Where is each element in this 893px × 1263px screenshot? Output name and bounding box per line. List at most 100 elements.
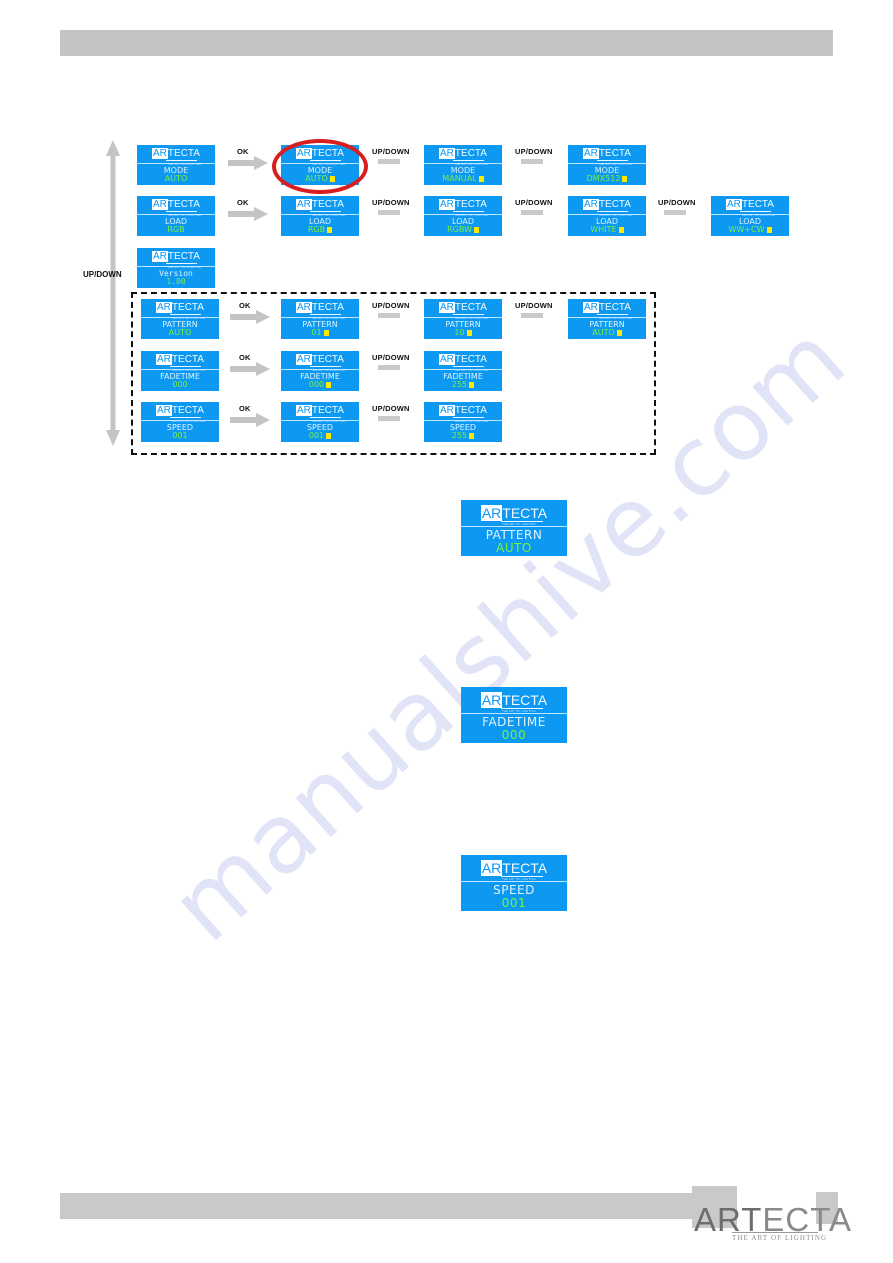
lcd-cursor-block <box>622 175 628 182</box>
lcd-logo-rule <box>166 160 198 162</box>
lcd-value-text: DMX512 <box>586 174 621 184</box>
lcd-logo-tagline: THE ART OF LIGHTING <box>502 710 536 714</box>
lcd-value-text: RGB <box>167 225 185 235</box>
lcd-value: AUTO <box>164 174 188 184</box>
lcd-value-text: 1.00 <box>166 277 186 287</box>
lcd-cursor-block <box>327 226 333 233</box>
lcd-text-area: SPEED 001 <box>461 882 567 911</box>
lcd-value-text: 001 <box>501 895 527 910</box>
lcd-logo-rest: TECTA <box>311 199 344 211</box>
lcd-value-text: MANUAL <box>442 174 477 184</box>
lcd-logo-rest: TECTA <box>502 859 548 876</box>
lcd-brand-logo: ARTECTA THE ART OF LIGHTING <box>439 148 488 165</box>
lcd-logo-rule <box>500 875 544 877</box>
footer-logo-rule <box>732 1232 818 1233</box>
lcd-value-text: AUTO <box>164 174 188 184</box>
lcd-logo-ar: AR <box>296 199 312 211</box>
lcd-brand-logo: ARTECTA THE ART OF LIGHTING <box>296 199 345 216</box>
lcd-load-4: ARTECTA THE ART OF LIGHTING LOAD WHITE <box>568 196 646 236</box>
lcd-value: WHITE <box>590 225 624 234</box>
lcd-text-area: MODE AUTO <box>281 164 359 185</box>
connector-label-ok: OK <box>237 147 249 156</box>
lcd-logo-area: ARTECTA THE ART OF LIGHTING <box>461 500 567 527</box>
lcd-brand-logo: ARTECTA THE ART OF LIGHTING <box>726 199 775 216</box>
lcd-brand-logo: ARTECTA THE ART OF LIGHTING <box>296 148 345 165</box>
lcd-cursor-block <box>766 226 772 233</box>
lcd-speed-detail: ARTECTA THE ART OF LIGHTING SPEED 001 <box>461 855 567 911</box>
lcd-logo-rule <box>166 211 198 213</box>
lcd-logo-area: ARTECTA THE ART OF LIGHTING <box>137 248 215 268</box>
lcd-logo-tagline: THE ART OF LIGHTING <box>502 523 536 527</box>
lcd-text-area: LOAD WW+CW <box>711 215 789 236</box>
lcd-value: 001 <box>502 897 526 910</box>
lcd-logo-rest: TECTA <box>167 148 200 160</box>
lcd-value: AUTO <box>496 542 532 555</box>
lcd-logo-tagline: THE ART OF LIGHTING <box>167 162 202 166</box>
footer-logo-tagline: THE ART OF LIGHTING <box>732 1234 828 1242</box>
lcd-brand-logo: ARTECTA THE ART OF LIGHTING <box>152 199 201 216</box>
lcd-logo-tagline: THE ART OF LIGHTING <box>598 213 633 217</box>
lcd-logo-ar: AR <box>439 148 455 160</box>
lcd-text-area: FADETIME 000 <box>461 714 567 743</box>
lcd-logo-tagline: THE ART OF LIGHTING <box>741 213 776 217</box>
lcd-logo-tagline: THE ART OF LIGHTING <box>502 878 536 882</box>
lcd-logo-rule <box>310 160 342 162</box>
lcd-logo-ar: AR <box>583 148 599 160</box>
lcd-logo-rest: TECTA <box>598 148 631 160</box>
lcd-logo-rule <box>453 160 485 162</box>
lcd-logo-area: ARTECTA THE ART OF LIGHTING <box>281 145 359 165</box>
lcd-text-area: LOAD RGB <box>137 215 215 236</box>
lcd-logo-ar: AR <box>152 251 168 263</box>
lcd-logo-area: ARTECTA THE ART OF LIGHTING <box>424 145 502 165</box>
lcd-logo-tagline: THE ART OF LIGHTING <box>167 265 202 269</box>
lcd-value: RGBW <box>447 225 479 234</box>
lcd-value-text: AUTO <box>305 174 328 184</box>
footer-artecta-logo: ARTECTA THE ART OF LIGHTING <box>694 1203 851 1243</box>
lcd-logo-rest: TECTA <box>502 504 548 521</box>
lcd-load-5: ARTECTA THE ART OF LIGHTING LOAD WW+CW <box>711 196 789 236</box>
lcd-logo-tagline: THE ART OF LIGHTING <box>311 162 346 166</box>
lcd-logo-rest: TECTA <box>598 199 631 211</box>
lcd-text-area: LOAD WHITE <box>568 215 646 236</box>
lcd-value: RGB <box>167 225 185 235</box>
updown-arrow-icon <box>378 210 400 215</box>
lcd-load-1: ARTECTA THE ART OF LIGHTING LOAD RGB <box>137 196 215 236</box>
lcd-logo-rule <box>500 707 544 709</box>
lcd-logo-rule <box>166 263 198 265</box>
lcd-value-text: AUTO <box>496 540 532 555</box>
lcd-logo-ar: AR <box>480 691 503 708</box>
lcd-text-area: MODE AUTO <box>137 164 215 185</box>
lcd-brand-logo: ARTECTA THE ART OF LIGHTING <box>583 199 632 216</box>
lcd-cursor-block <box>473 226 479 233</box>
page-header-bar <box>60 30 833 56</box>
lcd-brand-logo: ARTECTA THE ART OF LIGHTING <box>152 251 201 268</box>
ok-arrow-icon <box>228 207 268 221</box>
lcd-logo-rule <box>453 211 485 213</box>
lcd-value: 000 <box>502 729 526 742</box>
lcd-version-1: ARTECTA THE ART OF LIGHTING Version 1.00 <box>137 248 215 288</box>
lcd-logo-ar: AR <box>480 859 503 876</box>
pattern-group-dashed-box <box>131 292 656 455</box>
lcd-logo-area: ARTECTA THE ART OF LIGHTING <box>461 855 567 882</box>
lcd-text-area: LOAD RGBW <box>424 215 502 236</box>
lcd-pattern-detail: ARTECTA THE ART OF LIGHTING PATTERN AUTO <box>461 500 567 556</box>
lcd-logo-rest: TECTA <box>502 691 548 708</box>
connector-label-ok: OK <box>237 198 249 207</box>
lcd-logo-ar: AR <box>296 148 312 160</box>
lcd-load-3: ARTECTA THE ART OF LIGHTING LOAD RGBW <box>424 196 502 236</box>
vertical-updown-label: UP/DOWN <box>83 270 122 279</box>
lcd-logo-tagline: THE ART OF LIGHTING <box>454 162 489 166</box>
page-footer-bar <box>60 1193 693 1219</box>
lcd-logo-ar: AR <box>583 199 599 211</box>
lcd-value-text: RGB <box>307 225 326 235</box>
lcd-mode-2: ARTECTA THE ART OF LIGHTING MODE AUTO <box>281 145 359 185</box>
lcd-logo-tagline: THE ART OF LIGHTING <box>167 213 202 217</box>
updown-arrow-icon <box>378 159 400 164</box>
lcd-logo-rest: TECTA <box>167 251 200 263</box>
lcd-cursor-block <box>478 175 484 182</box>
lcd-logo-ar: AR <box>480 504 503 521</box>
lcd-logo-tagline: THE ART OF LIGHTING <box>311 213 346 217</box>
lcd-logo-ar: AR <box>152 148 168 160</box>
lcd-logo-rule <box>310 211 342 213</box>
lcd-logo-rule <box>500 520 544 522</box>
